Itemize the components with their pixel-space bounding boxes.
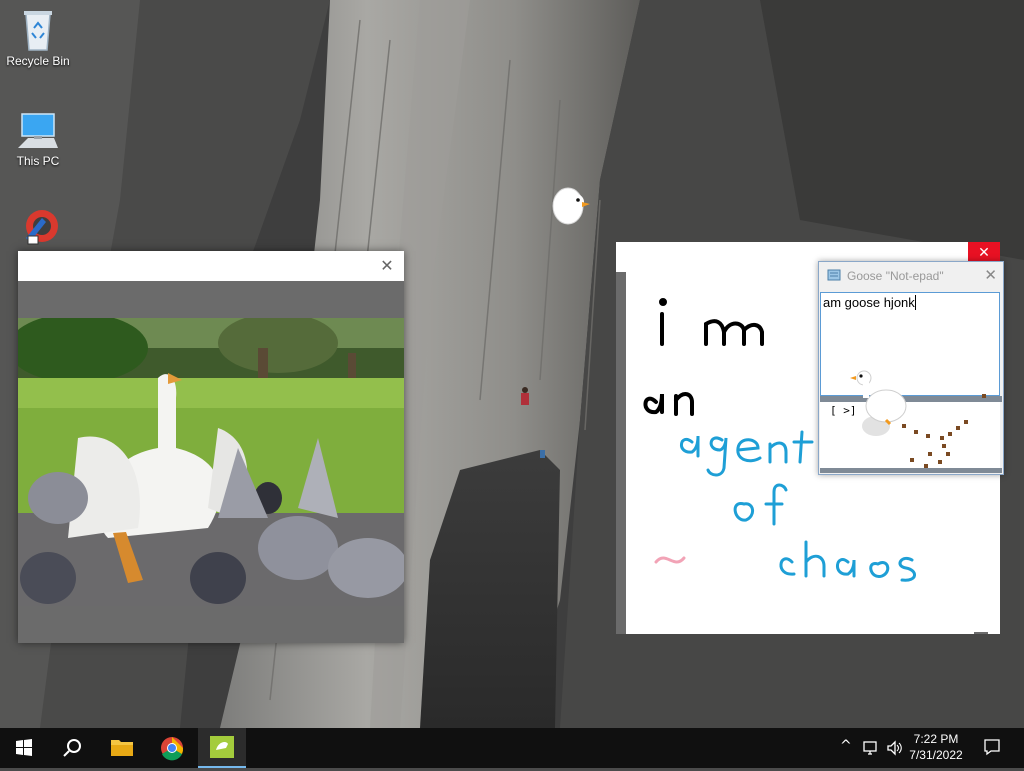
search-icon bbox=[63, 739, 81, 757]
folder-icon bbox=[111, 740, 133, 756]
desktop-icon-label: This PC bbox=[16, 154, 60, 168]
desktop-icon-ccleaner[interactable] bbox=[2, 204, 74, 250]
action-center-icon[interactable] bbox=[983, 738, 1001, 756]
desktop-icon-this-pc[interactable]: This PC bbox=[2, 108, 74, 168]
goose-on-notepad-sprite[interactable] bbox=[846, 364, 1016, 476]
notepad-titlebar[interactable]: Goose "Not-epad" ✕ bbox=[819, 262, 1003, 290]
climber-figure bbox=[521, 387, 529, 405]
ccleaner-shortcut-icon bbox=[14, 204, 62, 248]
close-button[interactable]: ✕ bbox=[378, 257, 396, 275]
show-hidden-icons-chevron[interactable]: ^ bbox=[840, 738, 852, 754]
system-clock[interactable]: 7:22 PM 7/31/2022 bbox=[906, 731, 966, 763]
goose-app-icon bbox=[210, 736, 234, 758]
recycle-bin-icon bbox=[14, 8, 62, 52]
taskbar-file-explorer[interactable] bbox=[98, 728, 146, 768]
this-pc-icon bbox=[14, 108, 62, 152]
notepad-text: am goose hjonk bbox=[823, 295, 915, 310]
desktop-icon-recycle-bin[interactable]: Recycle Bin bbox=[2, 8, 74, 68]
desktop-goose-sprite[interactable] bbox=[548, 182, 592, 228]
windows-start-icon bbox=[16, 739, 32, 756]
notepad-title: Goose "Not-epad" bbox=[847, 269, 944, 283]
search-button[interactable] bbox=[48, 728, 96, 768]
taskbar: ^ 7:22 PM 7/31/2022 bbox=[0, 728, 1024, 768]
window-border-left bbox=[616, 272, 626, 634]
clock-date: 7/31/2022 bbox=[909, 748, 963, 762]
close-button[interactable]: ✕ bbox=[984, 262, 997, 290]
desktop-icon-label: Recycle Bin bbox=[6, 54, 70, 68]
image-viewer-window[interactable]: ✕ bbox=[18, 251, 404, 643]
close-icon: ✕ bbox=[380, 256, 394, 275]
close-icon: ✕ bbox=[984, 267, 997, 284]
viewer-titlebar[interactable]: ✕ bbox=[18, 251, 404, 281]
clock-time: 7:22 PM bbox=[913, 732, 959, 746]
taskbar-chrome[interactable] bbox=[148, 728, 196, 768]
goose-chasing-pigeons-photo bbox=[18, 318, 404, 606]
start-button[interactable] bbox=[0, 728, 48, 768]
taskbar-desktop-goose[interactable] bbox=[198, 728, 246, 768]
network-icon[interactable] bbox=[862, 739, 880, 757]
notepad-icon bbox=[827, 269, 841, 281]
volume-icon[interactable] bbox=[885, 739, 903, 757]
close-icon: ✕ bbox=[978, 245, 990, 261]
climber-figure-blue bbox=[540, 450, 545, 458]
chrome-icon bbox=[161, 737, 184, 761]
text-cursor bbox=[914, 295, 916, 310]
